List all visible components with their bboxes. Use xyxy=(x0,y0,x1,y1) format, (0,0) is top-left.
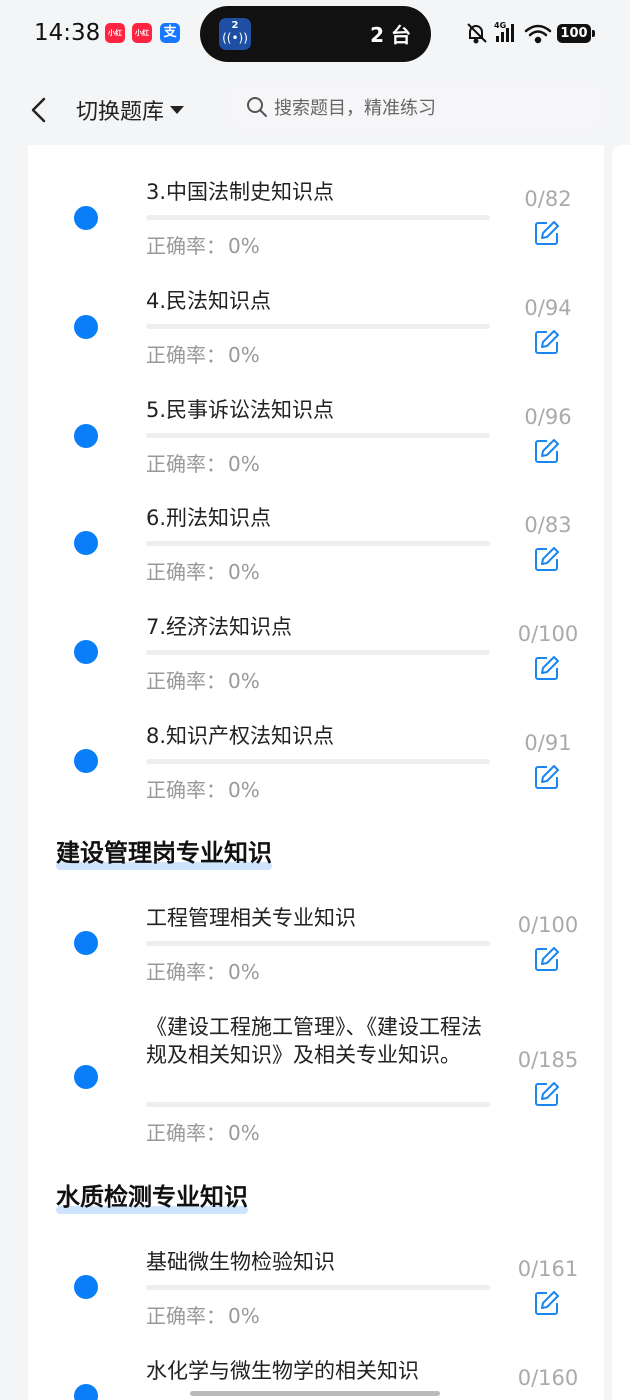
edit-icon[interactable] xyxy=(533,1080,561,1108)
item-title: 6.刑法知识点 xyxy=(146,506,272,530)
xiaohongshu-icon: 小红书 xyxy=(105,23,125,43)
top-nav: 切换题库 搜索题目，精准练习 xyxy=(0,75,630,145)
status-time: 14:38 xyxy=(34,20,101,46)
status-dot xyxy=(74,206,98,230)
search-placeholder: 搜索题目，精准练习 xyxy=(274,98,436,119)
progress-bar xyxy=(146,941,490,946)
cast-app-icon: 2 ((•)) xyxy=(219,18,251,50)
item-title: 5.民事诉讼法知识点 xyxy=(146,398,335,422)
item-count: 0/160 xyxy=(517,1366,579,1390)
progress-bar xyxy=(146,541,490,546)
edit-icon[interactable] xyxy=(533,328,561,356)
item-title: 7.经济法知识点 xyxy=(146,615,293,639)
switch-bank-dropdown[interactable]: 切换题库 xyxy=(76,93,185,127)
next-card-edge xyxy=(612,145,630,1400)
edit-icon[interactable] xyxy=(533,219,561,247)
status-dot xyxy=(74,1384,98,1400)
list-item[interactable]: 8.知识产权法知识点 正确率： 0% 0/91 xyxy=(28,690,604,802)
item-count: 0/161 xyxy=(517,1257,579,1281)
battery-icon: 100 xyxy=(557,24,591,43)
edit-icon[interactable] xyxy=(533,945,561,973)
progress-bar xyxy=(146,433,490,438)
edit-icon[interactable] xyxy=(533,437,561,465)
wifi-icon xyxy=(524,24,552,44)
progress-bar xyxy=(146,650,490,655)
system-status-icons: 4G xyxy=(467,21,552,44)
list-item[interactable]: 5.民事诉讼法知识点 正确率： 0% 0/96 xyxy=(28,363,604,476)
broadcast-icon: ((•)) xyxy=(222,31,248,45)
question-bank-list: 3.中国法制史知识点 正确率： 0% 0/82 4.民法知识点 正确率： 0% 0/… xyxy=(28,145,604,1400)
item-title: 《建设工程施工管理》、《建设工程法规及相关知识》及相关专业知识。 xyxy=(146,1015,482,1067)
item-title: 8.知识产权法知识点 xyxy=(146,724,335,748)
dynamic-island[interactable]: 2 ((•)) 2 台 xyxy=(200,6,431,62)
item-title: 基础微生物检验知识 xyxy=(146,1250,335,1274)
item-count: 0/185 xyxy=(517,1048,579,1072)
status-dot xyxy=(74,640,98,664)
status-dot xyxy=(74,424,98,448)
list-item[interactable]: 6.刑法知识点 正确率： 0% 0/83 xyxy=(28,472,604,584)
edit-icon[interactable] xyxy=(533,1289,561,1317)
edit-icon[interactable] xyxy=(533,545,561,573)
list-item[interactable]: 《建设工程施工管理》、《建设工程法规及相关知识》及相关专业知识。 正确率： 0% … xyxy=(28,981,604,1151)
progress-bar xyxy=(146,759,490,764)
network-type-label: 4G xyxy=(494,21,506,30)
status-dot xyxy=(74,1065,98,1089)
item-count: 0/96 xyxy=(524,405,572,429)
list-item[interactable]: 基础微生物检验知识 正确率： 0% 0/161 xyxy=(28,1216,604,1328)
list-item[interactable]: 7.经济法知识点 正确率： 0% 0/100 xyxy=(28,581,604,693)
item-count: 0/83 xyxy=(524,513,572,537)
edit-icon[interactable] xyxy=(533,763,561,791)
item-title: 水化学与微生物学的相关知识 xyxy=(146,1359,419,1383)
island-badge-number: 2 xyxy=(231,20,239,31)
status-dot xyxy=(74,931,98,955)
progress-bar xyxy=(146,1285,490,1290)
item-title: 工程管理相关专业知识 xyxy=(146,906,356,930)
item-count: 0/100 xyxy=(517,913,579,937)
status-dot xyxy=(74,749,98,773)
list-item[interactable]: 水化学与微生物学的相关知识 0/160 xyxy=(28,1325,604,1400)
item-count: 0/100 xyxy=(517,622,579,646)
item-count: 0/91 xyxy=(524,731,572,755)
status-dot xyxy=(74,315,98,339)
edit-icon[interactable] xyxy=(533,654,561,682)
progress-bar xyxy=(146,324,490,329)
status-dot xyxy=(74,1275,98,1299)
item-count: 0/82 xyxy=(524,187,572,211)
list-item[interactable]: 工程管理相关专业知识 正确率： 0% 0/100 xyxy=(28,872,604,984)
search-input[interactable]: 搜索题目，精准练习 xyxy=(228,82,604,132)
home-indicator[interactable] xyxy=(190,1391,440,1396)
battery-tip xyxy=(592,30,595,37)
search-icon xyxy=(247,97,267,117)
bell-muted-icon xyxy=(467,23,487,44)
status-dot xyxy=(74,531,98,555)
xiaohongshu-icon: 小红书 xyxy=(132,23,152,43)
item-title: 3.中国法制史知识点 xyxy=(146,180,335,204)
status-bar: 14:38 小红书 小红书 支 2 ((•)) 2 台 4G 100 xyxy=(0,0,630,70)
item-title: 4.民法知识点 xyxy=(146,289,272,313)
progress-bar xyxy=(146,1102,490,1107)
island-device-count: 2 台 xyxy=(370,23,411,47)
chevron-left-icon[interactable] xyxy=(26,93,50,127)
alipay-icon: 支 xyxy=(160,23,180,43)
list-item[interactable]: 4.民法知识点 正确率： 0% 0/94 xyxy=(28,254,604,367)
section-heading: 建设管理岗专业知识 xyxy=(56,833,272,870)
section-heading: 水质检测专业知识 xyxy=(56,1177,248,1214)
caret-down-icon xyxy=(170,106,185,114)
accuracy-text: 正确率： 0% xyxy=(146,1121,260,1145)
switch-bank-label: 切换题库 xyxy=(76,100,165,125)
list-item[interactable]: 3.中国法制史知识点 正确率： 0% 0/82 xyxy=(28,145,604,258)
progress-bar xyxy=(146,215,490,220)
item-count: 0/94 xyxy=(524,296,572,320)
accuracy-text: 正确率： 0% xyxy=(146,778,260,802)
